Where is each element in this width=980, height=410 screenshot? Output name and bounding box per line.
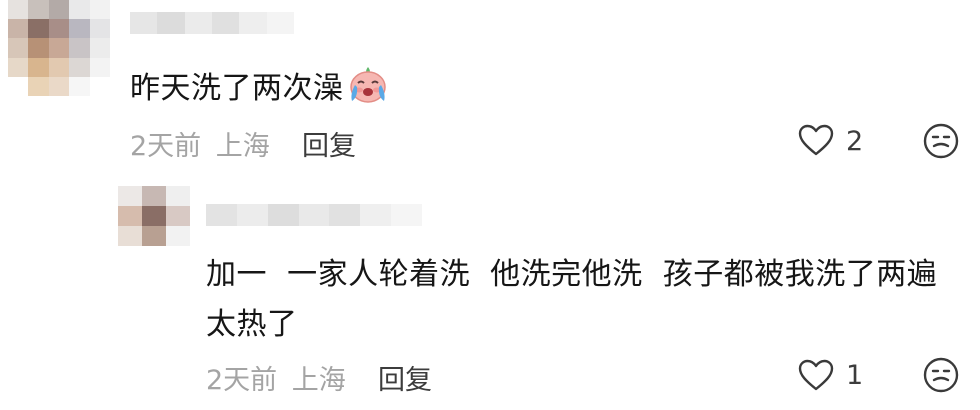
username[interactable] bbox=[130, 12, 294, 34]
comment-text: 加一 一家人轮着洗 他洗完他洗 孩子都被我洗了两遍 太热了 bbox=[206, 250, 937, 350]
like-count: 1 bbox=[846, 360, 864, 391]
comment-location: 上海 bbox=[215, 131, 270, 162]
comment-meta: 2天前 上海 bbox=[130, 124, 270, 163]
avatar[interactable] bbox=[118, 186, 190, 246]
username[interactable] bbox=[206, 204, 423, 226]
like-count: 2 bbox=[846, 126, 864, 157]
heart-outline-icon bbox=[798, 359, 834, 391]
like-button[interactable] bbox=[797, 123, 835, 161]
comment-meta: 2天前 上海 bbox=[206, 358, 346, 397]
crying-face-emoji-icon bbox=[346, 64, 390, 120]
reply-button[interactable]: 回复 bbox=[378, 358, 432, 397]
comment-location: 上海 bbox=[291, 365, 346, 396]
avatar[interactable] bbox=[8, 0, 110, 96]
meh-face-icon bbox=[923, 123, 959, 159]
comment-body: 昨天洗了两次澡 bbox=[130, 71, 344, 106]
comment-text: 昨天洗了两次澡 bbox=[130, 64, 390, 120]
meh-face-icon bbox=[923, 357, 959, 393]
reply-button[interactable]: 回复 bbox=[302, 124, 356, 163]
like-button[interactable] bbox=[797, 358, 835, 396]
heart-outline-icon bbox=[798, 124, 834, 156]
comment-body-line: 加一 一家人轮着洗 他洗完他洗 孩子都被我洗了两遍 bbox=[206, 257, 938, 292]
dislike-button[interactable] bbox=[922, 356, 960, 398]
comment-body-line: 太热了 bbox=[206, 307, 298, 342]
dislike-button[interactable] bbox=[922, 122, 960, 164]
comment-time: 2天前 bbox=[130, 131, 202, 162]
comment-time: 2天前 bbox=[206, 365, 278, 396]
